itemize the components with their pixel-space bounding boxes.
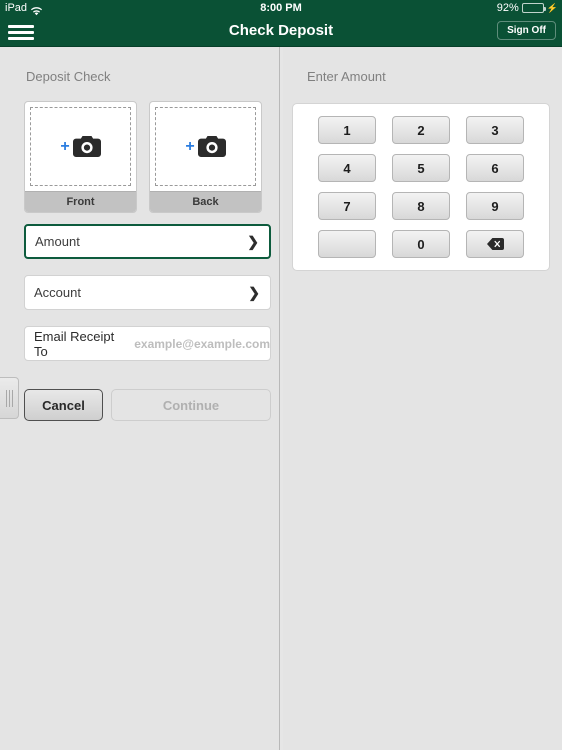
enter-amount-heading: Enter Amount bbox=[307, 69, 386, 84]
deposit-check-heading: Deposit Check bbox=[26, 69, 111, 84]
add-camera-icon: + bbox=[185, 136, 226, 157]
keypad-key-9[interactable]: 9 bbox=[466, 192, 524, 220]
account-field-label: Account bbox=[34, 285, 81, 300]
plus-icon: + bbox=[185, 137, 195, 155]
email-receipt-field-row[interactable]: Email Receipt To example@example.com bbox=[24, 326, 271, 361]
keypad-key-3[interactable]: 3 bbox=[466, 116, 524, 144]
keypad-key-8[interactable]: 8 bbox=[392, 192, 450, 220]
sign-off-button[interactable]: Sign Off bbox=[497, 21, 556, 40]
deposit-fields: Amount ❯ Account ❯ Email Receipt To exam… bbox=[24, 224, 271, 377]
account-field-row[interactable]: Account ❯ bbox=[24, 275, 271, 310]
amount-field-label: Amount bbox=[35, 234, 80, 249]
cancel-button[interactable]: Cancel bbox=[24, 389, 103, 421]
capture-front-label: Front bbox=[25, 191, 136, 212]
keypad-key-7[interactable]: 7 bbox=[318, 192, 376, 220]
keypad-grid: 1 2 3 4 5 6 7 8 9 0 bbox=[293, 116, 549, 258]
keypad-key-blank bbox=[318, 230, 376, 258]
keypad-key-6[interactable]: 6 bbox=[466, 154, 524, 182]
continue-button: Continue bbox=[111, 389, 271, 421]
add-camera-icon: + bbox=[60, 136, 101, 157]
capture-back-button[interactable]: + Back bbox=[149, 101, 262, 213]
plus-icon: + bbox=[60, 137, 70, 155]
email-receipt-label: Email Receipt To bbox=[34, 328, 115, 359]
status-bar-time: 8:00 PM bbox=[260, 2, 302, 14]
chevron-right-icon: ❯ bbox=[248, 284, 260, 300]
chevron-right-icon: ❯ bbox=[247, 233, 259, 249]
capture-back-label: Back bbox=[150, 191, 261, 212]
amount-field-row[interactable]: Amount ❯ bbox=[24, 224, 271, 259]
email-receipt-input[interactable]: example@example.com bbox=[124, 337, 270, 351]
capture-back-dropzone[interactable]: + bbox=[155, 107, 256, 186]
battery-icon bbox=[521, 3, 546, 13]
battery-percent-label: 92% bbox=[496, 2, 519, 14]
camera-icon bbox=[72, 136, 101, 157]
backspace-icon bbox=[486, 238, 504, 250]
numeric-keypad: 1 2 3 4 5 6 7 8 9 0 bbox=[292, 103, 550, 271]
capture-front-button[interactable]: + Front bbox=[24, 101, 137, 213]
status-bar: iPad 8:00 PM 92% ⚡ bbox=[0, 0, 562, 16]
enter-amount-panel: Enter Amount 1 2 3 4 5 6 7 8 9 0 bbox=[283, 47, 562, 750]
drag-handle-icon[interactable] bbox=[0, 377, 19, 419]
page-title: Check Deposit bbox=[228, 22, 334, 39]
app-screen: iPad 8:00 PM 92% ⚡ Check Deposit Sign Of… bbox=[0, 0, 562, 750]
deposit-check-panel: Deposit Check + Front + Back Amount ❯ Ac… bbox=[0, 47, 280, 750]
keypad-key-0[interactable]: 0 bbox=[392, 230, 450, 258]
panels-container: Deposit Check + Front + Back Amount ❯ Ac… bbox=[0, 47, 562, 750]
capture-boxes: + Front + Back bbox=[24, 101, 262, 213]
action-buttons: Cancel Continue bbox=[24, 389, 271, 421]
keypad-key-backspace[interactable] bbox=[466, 230, 524, 258]
keypad-key-4[interactable]: 4 bbox=[318, 154, 376, 182]
lightning-bolt-icon: ⚡ bbox=[546, 3, 558, 13]
status-bar-right: 92% ⚡ bbox=[497, 0, 558, 16]
capture-front-dropzone[interactable]: + bbox=[30, 107, 131, 186]
camera-icon bbox=[197, 136, 226, 157]
keypad-key-1[interactable]: 1 bbox=[318, 116, 376, 144]
keypad-key-2[interactable]: 2 bbox=[392, 116, 450, 144]
navigation-bar: Check Deposit Sign Off bbox=[0, 16, 562, 47]
keypad-key-5[interactable]: 5 bbox=[392, 154, 450, 182]
